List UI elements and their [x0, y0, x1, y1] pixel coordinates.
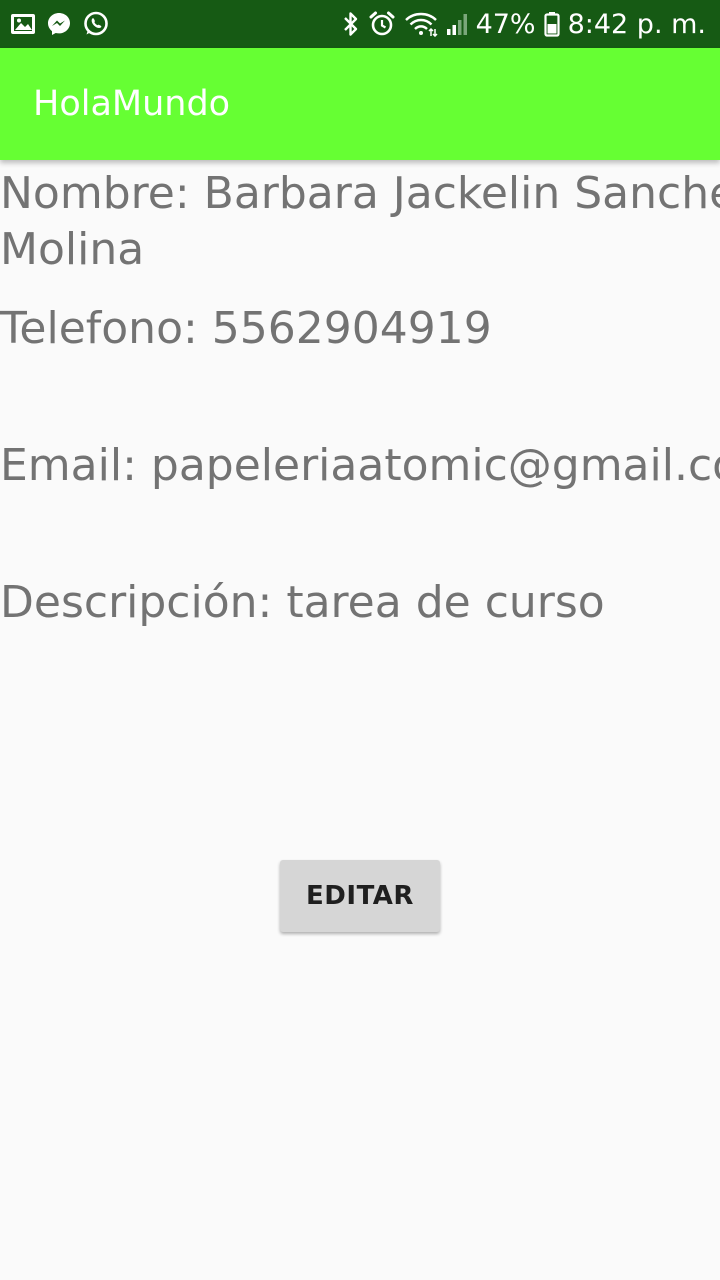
app-title: HolaMundo: [33, 84, 231, 124]
whatsapp-icon: [82, 10, 110, 38]
system-icons: 47% 8:42 p. m.: [342, 9, 706, 40]
bluetooth-icon: [342, 11, 360, 37]
gallery-icon: [10, 12, 36, 36]
battery-icon: [543, 11, 560, 37]
description-label: Descripción: tarea de curso: [0, 577, 605, 628]
notification-icons: [10, 10, 110, 38]
phone-label: Telefono: 5562904919: [0, 303, 492, 354]
edit-button[interactable]: EDITAR: [280, 860, 440, 932]
app-bar: HolaMundo: [0, 48, 720, 160]
status-bar: 47% 8:42 p. m.: [0, 0, 720, 48]
battery-percentage: 47%: [475, 8, 536, 40]
messenger-icon: [46, 11, 72, 37]
signal-icon: [446, 12, 468, 36]
name-label-line2: Molina: [0, 224, 145, 275]
clock: 8:42 p. m.: [567, 8, 706, 40]
wifi-icon: [404, 11, 438, 37]
name-label-line1: Nombre: Barbara Jackelin Sanchez: [0, 168, 720, 219]
alarm-icon: [368, 10, 396, 38]
email-label: Email: papeleriaatomic@gmail.com: [0, 440, 720, 491]
